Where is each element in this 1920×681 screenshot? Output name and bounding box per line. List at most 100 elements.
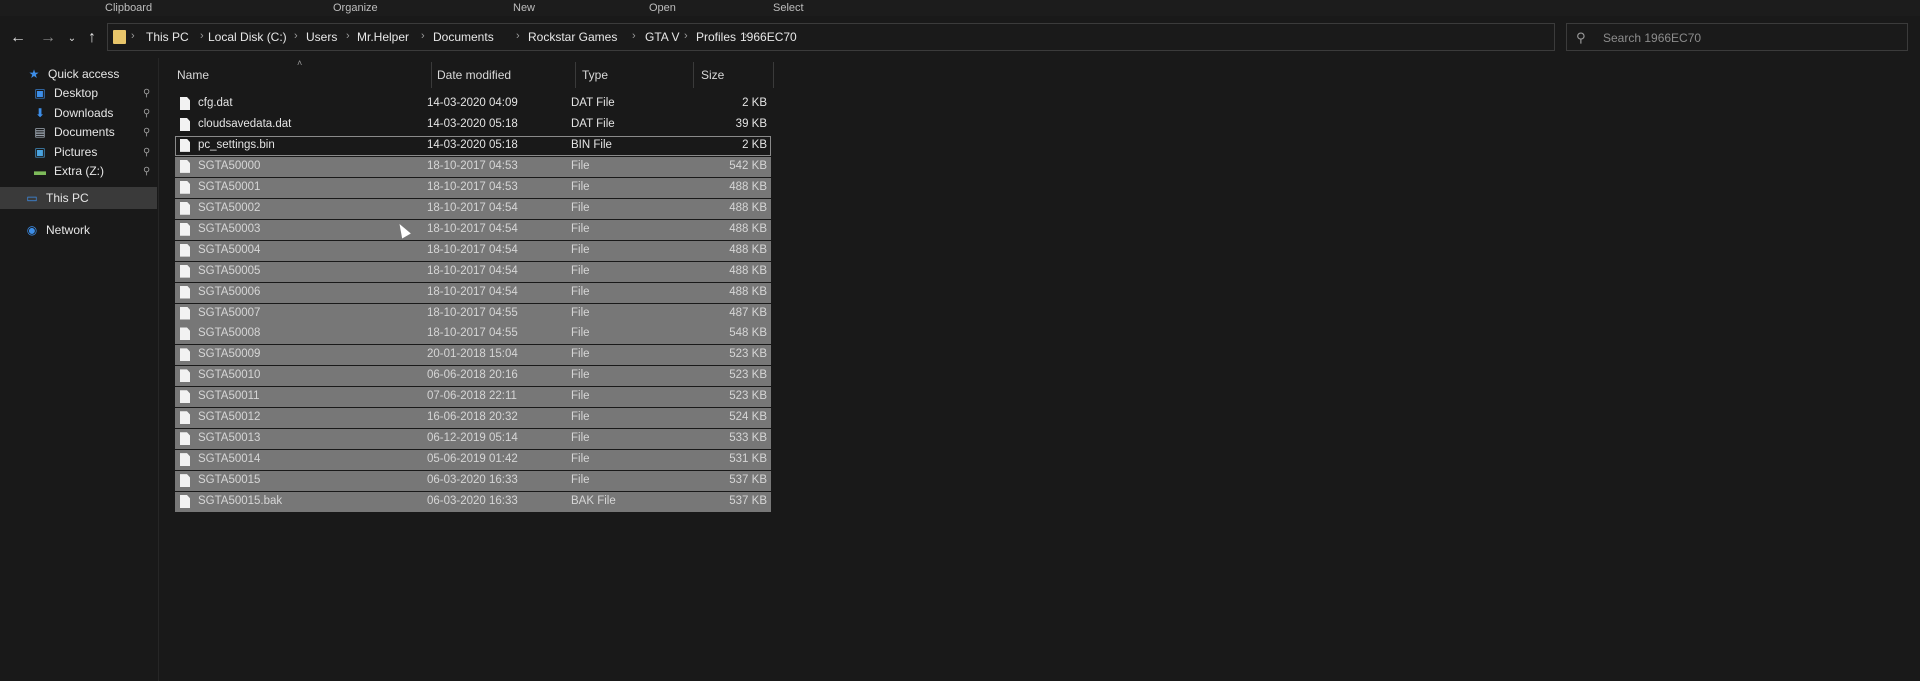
file-row[interactable]: SGTA50007 18-10-2017 04:55 File 487 KB bbox=[175, 303, 771, 324]
file-row[interactable]: SGTA50015.bak 06-03-2020 16:33 BAK File 537… bbox=[175, 492, 771, 513]
file-row[interactable]: cloudsavedata.dat 14-03-2020 05:18 DAT Fil… bbox=[175, 115, 771, 135]
file-row[interactable]: SGTA50009 20-01-2018 15:04 File 523 KB bbox=[175, 345, 771, 366]
file-row[interactable]: SGTA50000 18-10-2017 04:53 File 542 KB bbox=[175, 156, 771, 177]
file-date-modified: 20-01-2018 15:04 bbox=[427, 348, 518, 361]
file-row[interactable]: SGTA50003 18-10-2017 04:54 File 488 KB bbox=[175, 219, 771, 240]
file-row[interactable]: SGTA50015 06-03-2020 16:33 File 537 KB bbox=[175, 471, 771, 492]
file-date-modified: 18-10-2017 04:54 bbox=[427, 285, 518, 298]
ribbon-group-new: New bbox=[513, 2, 536, 14]
chevron-right-icon: › bbox=[346, 30, 350, 42]
file-type: DAT File bbox=[571, 97, 615, 109]
file-date-modified: 06-12-2019 05:14 bbox=[427, 432, 518, 445]
breadcrumb-rockstar-games[interactable]: Rockstar Games bbox=[528, 30, 617, 44]
file-size: 2 KB bbox=[742, 97, 767, 109]
download-icon: ⬇ bbox=[34, 106, 46, 120]
column-header-size[interactable]: Size bbox=[701, 64, 724, 86]
arrow-left-icon: ← bbox=[10, 29, 26, 46]
breadcrumb-profiles[interactable]: Profiles bbox=[696, 30, 736, 44]
column-header-type[interactable]: Type bbox=[582, 64, 608, 86]
file-size: 537 KB bbox=[729, 495, 767, 508]
file-row[interactable]: SGTA50008 18-10-2017 04:55 File 548 KB bbox=[175, 324, 771, 345]
ribbon-group-organize: Organize bbox=[333, 2, 378, 14]
file-type: File bbox=[571, 264, 590, 277]
pin-icon[interactable]: ⚲ bbox=[143, 88, 150, 99]
nav-item-label: Pictures bbox=[54, 145, 98, 159]
chevron-right-icon: › bbox=[131, 30, 135, 42]
column-divider[interactable] bbox=[693, 62, 694, 88]
file-date-modified: 14-03-2020 04:09 bbox=[427, 97, 518, 109]
breadcrumb-this-pc[interactable]: This PC bbox=[146, 30, 189, 44]
network-icon: ◉ bbox=[26, 223, 38, 237]
breadcrumb-gta-v[interactable]: GTA V bbox=[645, 30, 679, 44]
forward-button[interactable]: → bbox=[38, 28, 58, 48]
file-row[interactable]: pc_settings.bin 14-03-2020 05:18 BIN File 2… bbox=[175, 135, 771, 156]
file-icon bbox=[180, 180, 190, 194]
pin-icon[interactable]: ⚲ bbox=[143, 108, 150, 119]
nav-extra-drive[interactable]: ▬ Extra (Z:) ⚲ bbox=[32, 160, 158, 182]
nav-network[interactable]: ◉ Network bbox=[24, 219, 90, 241]
file-name: SGTA50015.bak bbox=[198, 495, 283, 508]
address-bar[interactable]: › This PC › Local Disk (C:) › Users › Mr… bbox=[107, 23, 1651, 51]
file-name: SGTA50006 bbox=[198, 285, 261, 298]
column-divider[interactable] bbox=[575, 62, 576, 88]
file-size: 548 KB bbox=[729, 327, 767, 340]
breadcrumb-users[interactable]: Users bbox=[306, 30, 337, 44]
file-row[interactable]: cfg.dat 14-03-2020 04:09 DAT File 2 KB bbox=[175, 94, 771, 114]
folder-icon bbox=[113, 30, 126, 44]
file-icon bbox=[180, 495, 190, 509]
chevron-right-icon: › bbox=[294, 30, 298, 42]
file-row[interactable]: SGTA50012 16-06-2018 20:32 File 524 KB bbox=[175, 408, 771, 429]
breadcrumb-current-folder[interactable]: 1966EC70 bbox=[740, 30, 797, 44]
file-row[interactable]: SGTA50005 18-10-2017 04:54 File 488 KB bbox=[175, 261, 771, 282]
pin-icon[interactable]: ⚲ bbox=[143, 166, 150, 177]
file-name: SGTA50000 bbox=[198, 159, 261, 172]
file-row[interactable]: SGTA50014 05-06-2019 01:42 File 531 KB bbox=[175, 450, 771, 471]
file-date-modified: 18-10-2017 04:53 bbox=[427, 159, 518, 172]
nav-desktop[interactable]: ▣ Desktop ⚲ bbox=[32, 82, 158, 104]
back-button[interactable]: ← bbox=[8, 28, 28, 48]
column-divider[interactable] bbox=[431, 62, 432, 88]
column-header-name[interactable]: Name bbox=[177, 64, 209, 86]
file-row[interactable]: SGTA50010 06-06-2018 20:16 File 523 KB bbox=[175, 366, 771, 387]
file-name: cfg.dat bbox=[198, 97, 233, 109]
file-icon bbox=[180, 138, 190, 152]
navigation-pane: ★ Quick access ▣ Desktop ⚲ ⬇ Downloads ⚲… bbox=[0, 58, 159, 681]
file-size: 488 KB bbox=[729, 201, 767, 214]
file-name: cloudsavedata.dat bbox=[198, 117, 292, 130]
column-divider[interactable] bbox=[773, 62, 774, 88]
nav-documents[interactable]: ▤ Documents ⚲ bbox=[32, 121, 158, 143]
breadcrumb-local-disk[interactable]: Local Disk (C:) bbox=[208, 30, 287, 44]
file-name: SGTA50001 bbox=[198, 180, 261, 193]
pin-icon[interactable]: ⚲ bbox=[143, 127, 150, 138]
search-input[interactable] bbox=[1601, 27, 1895, 49]
file-row[interactable]: SGTA50013 06-12-2019 05:14 File 533 KB bbox=[175, 429, 771, 450]
sort-ascending-icon: ˄ bbox=[297, 58, 303, 68]
recent-locations-button[interactable]: ⌄ bbox=[62, 28, 82, 48]
ribbon-group-clipboard: Clipboard bbox=[105, 2, 153, 14]
arrow-up-icon: ↑ bbox=[88, 29, 96, 46]
search-box[interactable]: ⚲ bbox=[1566, 23, 1908, 51]
file-type: File bbox=[571, 474, 590, 487]
file-type: BIN File bbox=[571, 138, 612, 151]
file-name: pc_settings.bin bbox=[198, 138, 275, 151]
file-size: 542 KB bbox=[729, 159, 767, 172]
file-row[interactable]: SGTA50004 18-10-2017 04:54 File 488 KB bbox=[175, 240, 771, 261]
file-size: 488 KB bbox=[729, 264, 767, 277]
file-date-modified: 06-03-2020 16:33 bbox=[427, 474, 518, 487]
breadcrumb-mr-helper[interactable]: Mr.Helper bbox=[357, 30, 409, 44]
chevron-right-icon: › bbox=[516, 30, 520, 42]
nav-this-pc[interactable]: ▭ This PC bbox=[0, 187, 157, 209]
breadcrumb-documents[interactable]: Documents bbox=[433, 30, 494, 44]
search-icon: ⚲ bbox=[1576, 30, 1586, 45]
file-row[interactable]: SGTA50001 18-10-2017 04:53 File 488 KB bbox=[175, 177, 771, 198]
file-date-modified: 06-03-2020 16:33 bbox=[427, 495, 518, 508]
file-date-modified: 14-03-2020 05:18 bbox=[427, 117, 518, 130]
file-row[interactable]: SGTA50002 18-10-2017 04:54 File 488 KB bbox=[175, 198, 771, 219]
file-type: File bbox=[571, 432, 590, 445]
pin-icon[interactable]: ⚲ bbox=[143, 147, 150, 158]
up-button[interactable]: ↑ bbox=[82, 28, 102, 48]
file-row[interactable]: SGTA50011 07-06-2018 22:11 File 523 KB bbox=[175, 387, 771, 408]
column-header-date-modified[interactable]: Date modified bbox=[437, 64, 511, 86]
nav-item-label: Downloads bbox=[54, 106, 114, 120]
file-row[interactable]: SGTA50006 18-10-2017 04:54 File 488 KB bbox=[175, 282, 771, 303]
